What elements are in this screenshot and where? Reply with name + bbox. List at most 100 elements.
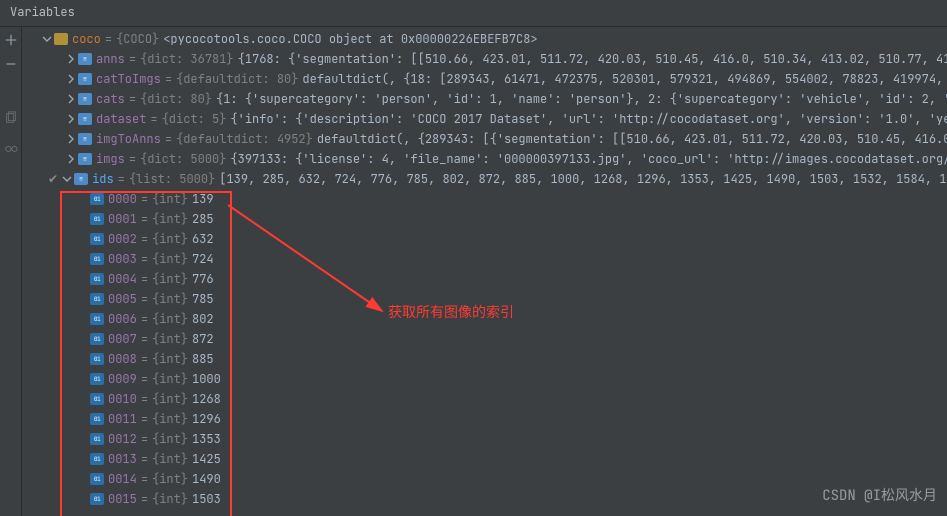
var-value: defaultdict(, {289343: [{'segmentation':…: [317, 131, 947, 147]
tree-row[interactable]: ≡cats={dict: 80}{1: {'supercategory': 'p…: [22, 89, 947, 109]
list-item[interactable]: 010002={int}632: [22, 229, 947, 249]
var-type: {dict: 80}: [140, 91, 212, 107]
var-value: 1268: [192, 391, 221, 407]
var-type: {int}: [152, 471, 188, 487]
var-type: {int}: [152, 311, 188, 327]
var-value: {397133: {'license': 4, 'file_name': '00…: [230, 151, 947, 167]
list-item[interactable]: 010001={int}285: [22, 209, 947, 229]
int-icon: 01: [90, 373, 104, 385]
tree-row[interactable]: ≡anns={dict: 36781}{1768: {'segmentation…: [22, 49, 947, 69]
int-icon: 01: [90, 493, 104, 505]
annotation-text: 获取所有图像的索引: [388, 302, 514, 322]
chevron-right-icon[interactable]: [66, 134, 76, 144]
list-item[interactable]: 010009={int}1000: [22, 369, 947, 389]
list-item[interactable]: 010012={int}1353: [22, 429, 947, 449]
var-value: 1490: [192, 471, 221, 487]
list-item[interactable]: 010000={int}139: [22, 189, 947, 209]
var-value: defaultdict(, {18: [289343, 61471, 47237…: [302, 71, 947, 87]
var-value: 776: [192, 271, 214, 287]
int-icon: 01: [90, 293, 104, 305]
var-type: {defaultdict: 4952}: [176, 131, 313, 147]
int-icon: 01: [90, 333, 104, 345]
tree-row-root[interactable]: coco = {COCO} <pycocotools.coco.COCO obj…: [22, 29, 947, 49]
int-icon: 01: [90, 213, 104, 225]
tree-row-ids[interactable]: ✔ ≡ ids = {list: 5000} [139, 285, 632, 7…: [22, 169, 947, 189]
index-label: 0012: [108, 431, 137, 447]
remove-icon[interactable]: [4, 57, 18, 71]
list-item[interactable]: 010013={int}1425: [22, 449, 947, 469]
var-name: cats: [96, 91, 125, 107]
tree-row[interactable]: ≡catToImgs={defaultdict: 80}defaultdict(…: [22, 69, 947, 89]
list-item[interactable]: 010011={int}1296: [22, 409, 947, 429]
field-icon: ≡: [78, 53, 92, 65]
index-label: 0001: [108, 211, 137, 227]
copy-icon[interactable]: [4, 111, 18, 125]
var-type: {dict: 5000}: [140, 151, 226, 167]
int-icon: 01: [90, 193, 104, 205]
list-item[interactable]: 010004={int}776: [22, 269, 947, 289]
index-label: 0014: [108, 471, 137, 487]
chevron-right-icon[interactable]: [66, 114, 76, 124]
var-name: imgToAnns: [96, 131, 161, 147]
var-value: {1: {'supercategory': 'person', 'id': 1,…: [216, 91, 947, 107]
chevron-down-icon[interactable]: [62, 174, 72, 184]
var-name: catToImgs: [96, 71, 161, 87]
var-type: {int}: [152, 371, 188, 387]
var-value: 1425: [192, 451, 221, 467]
list-item[interactable]: 010007={int}872: [22, 329, 947, 349]
index-label: 0007: [108, 331, 137, 347]
var-type: {int}: [152, 411, 188, 427]
int-icon: 01: [90, 273, 104, 285]
var-name: imgs: [96, 151, 125, 167]
chevron-down-icon[interactable]: [42, 34, 52, 44]
field-icon: ≡: [78, 153, 92, 165]
chevron-right-icon[interactable]: [66, 154, 76, 164]
list-icon: ≡: [74, 173, 88, 185]
add-icon[interactable]: [4, 33, 18, 47]
var-value: 632: [192, 231, 214, 247]
tree-row[interactable]: ≡dataset={dict: 5}{'info': {'description…: [22, 109, 947, 129]
var-type: {int}: [152, 291, 188, 307]
int-icon: 01: [90, 353, 104, 365]
var-type: {int}: [152, 271, 188, 287]
var-value: 1353: [192, 431, 221, 447]
watermark: CSDN @I松风水月: [822, 485, 937, 505]
list-item[interactable]: 010003={int}724: [22, 249, 947, 269]
index-label: 0011: [108, 411, 137, 427]
list-item[interactable]: 010010={int}1268: [22, 389, 947, 409]
var-name: anns: [96, 51, 125, 67]
list-item[interactable]: 010014={int}1490: [22, 469, 947, 489]
int-icon: 01: [90, 313, 104, 325]
list-item[interactable]: 010015={int}1503: [22, 489, 947, 509]
int-icon: 01: [90, 433, 104, 445]
int-icon: 01: [90, 233, 104, 245]
var-type: {int}: [152, 451, 188, 467]
var-value: 1296: [192, 411, 221, 427]
int-icon: 01: [90, 413, 104, 425]
chevron-right-icon[interactable]: [66, 94, 76, 104]
glasses-icon[interactable]: [4, 141, 18, 155]
var-type: {int}: [152, 251, 188, 267]
var-name: dataset: [96, 111, 146, 127]
list-item[interactable]: 010008={int}885: [22, 349, 947, 369]
chevron-right-icon[interactable]: [66, 74, 76, 84]
check-icon: ✔: [48, 171, 58, 187]
var-value: 724: [192, 251, 214, 267]
var-name: coco: [72, 31, 101, 47]
chevron-right-icon[interactable]: [66, 54, 76, 64]
var-value: 1000: [192, 371, 221, 387]
var-value: [139, 285, 632, 724, 776, 785, 802, 872,…: [219, 171, 947, 187]
variables-tree[interactable]: coco = {COCO} <pycocotools.coco.COCO obj…: [22, 27, 947, 516]
int-icon: 01: [90, 393, 104, 405]
var-type: {int}: [152, 431, 188, 447]
var-type: {int}: [152, 331, 188, 347]
tree-row[interactable]: ≡imgs={dict: 5000}{397133: {'license': 4…: [22, 149, 947, 169]
var-type: {int}: [152, 391, 188, 407]
panel-title: Variables: [0, 0, 947, 27]
field-icon: ≡: [78, 73, 92, 85]
var-value: 785: [192, 291, 214, 307]
tree-row[interactable]: ≡imgToAnns={defaultdict: 4952}defaultdic…: [22, 129, 947, 149]
var-type: {defaultdict: 80}: [176, 71, 298, 87]
var-type: {dict: 5}: [162, 111, 227, 127]
field-icon: ≡: [78, 133, 92, 145]
